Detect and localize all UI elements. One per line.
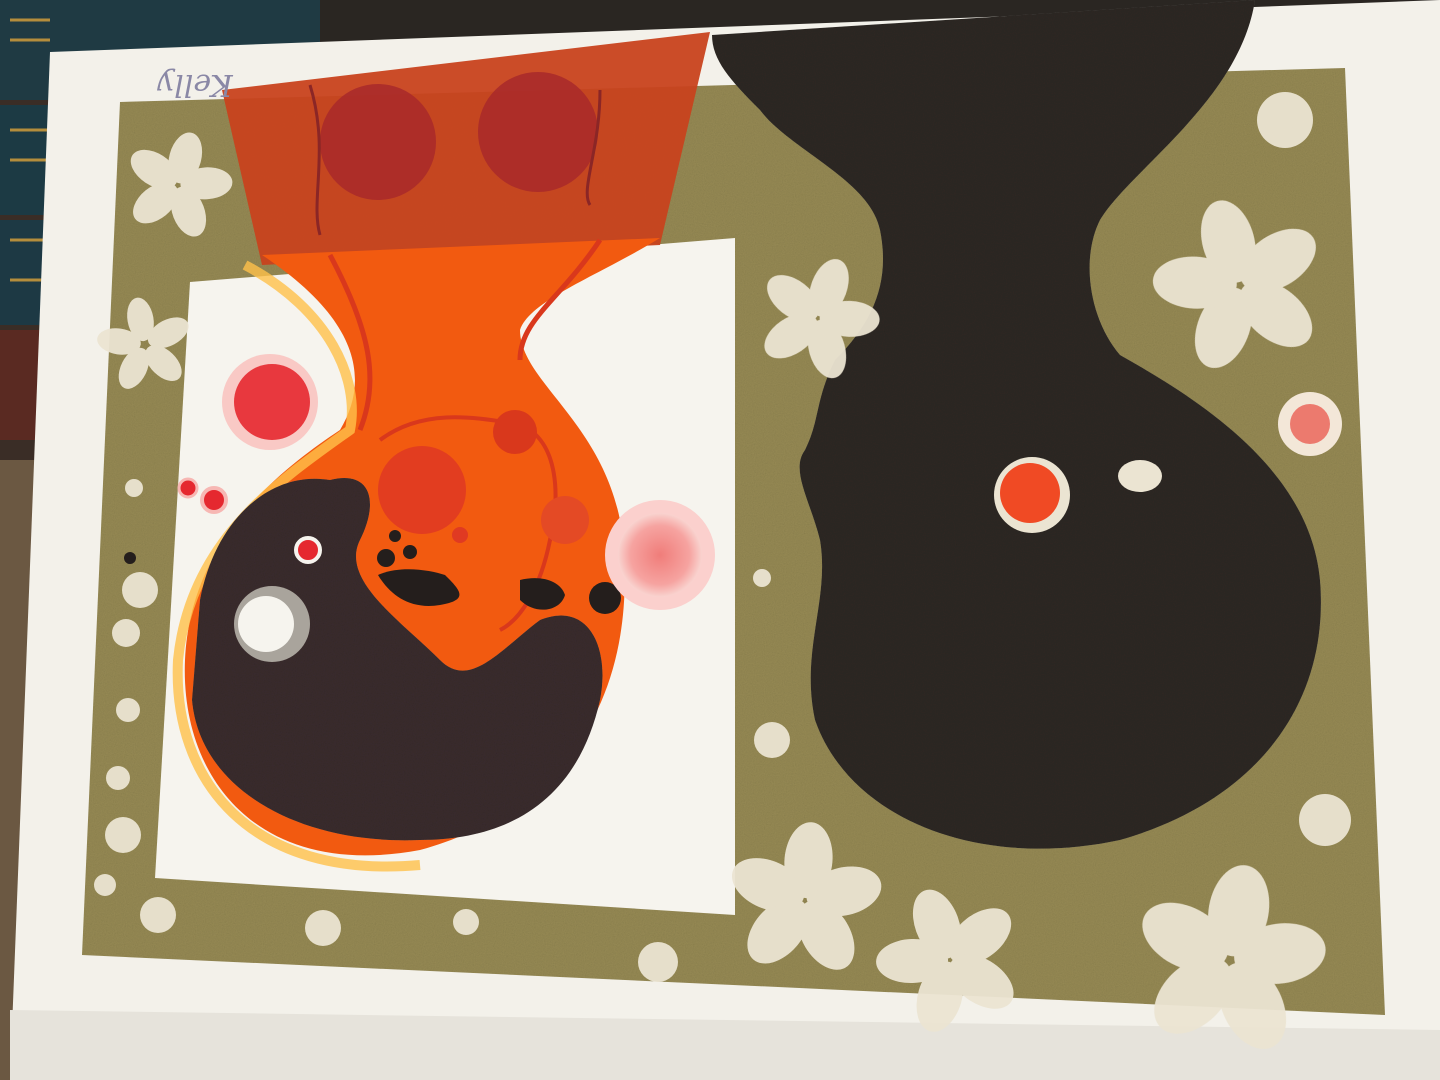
cream-dot: [106, 766, 130, 790]
cream-dot: [638, 942, 678, 982]
head-dot-cream: [1118, 460, 1162, 492]
cream-dot: [94, 874, 116, 896]
breast-shape: [320, 84, 436, 200]
breast-shape: [478, 72, 598, 192]
cream-dot: [753, 569, 771, 587]
cream-dot: [112, 619, 140, 647]
head-eye-red: [1000, 463, 1060, 523]
cream-dot: [116, 698, 140, 722]
cream-dot: [453, 909, 479, 935]
cream-dot: [140, 897, 176, 933]
artist-signature: Kelly: [156, 67, 234, 102]
cream-dot: [1299, 794, 1351, 846]
cream-dot: [305, 910, 341, 946]
pink-ring-dot: [1278, 392, 1342, 456]
cream-dot: [1257, 92, 1313, 148]
cream-dot: [105, 817, 141, 853]
artwork-photo: Kelly: [0, 0, 1440, 1080]
eye-white: [238, 596, 294, 652]
cream-dot: [754, 722, 790, 758]
cream-dot: [122, 572, 158, 608]
cream-dot: [125, 479, 143, 497]
eye-red-dot: [294, 536, 322, 564]
